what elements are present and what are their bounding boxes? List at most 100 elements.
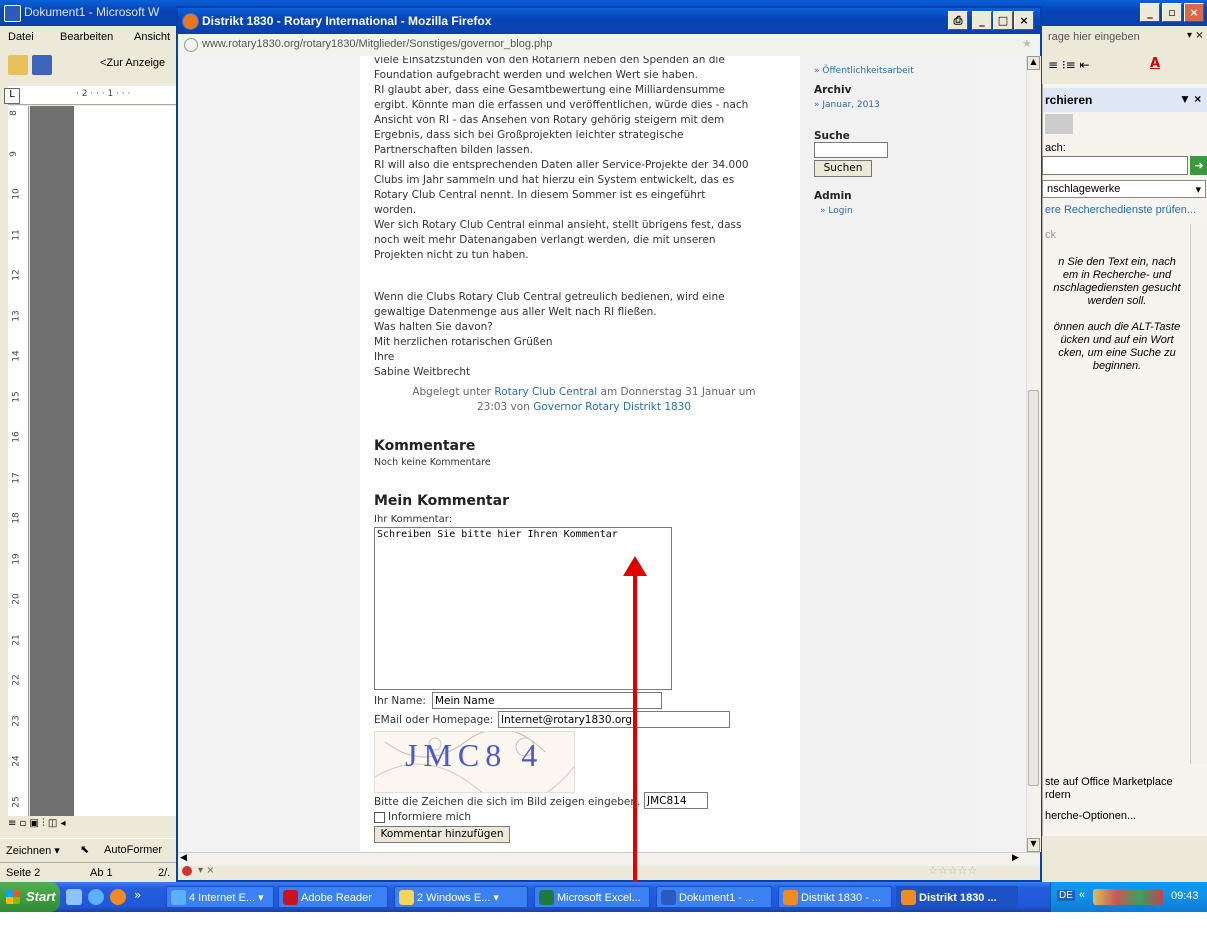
taskbar-item[interactable]: Dokument1 - ... xyxy=(656,886,772,908)
word-close-button[interactable]: × xyxy=(1184,3,1204,22)
login-link[interactable]: » Login xyxy=(820,206,853,216)
view-buttons[interactable]: ≡ ▫ ▣ ⫶ ◫ ◂ xyxy=(8,818,176,834)
text-line: önnen auch die ALT-Taste xyxy=(1053,321,1181,333)
sidebar-search-button[interactable]: Suchen xyxy=(814,160,872,177)
font-color-icon[interactable]: A xyxy=(1150,56,1160,71)
word-menubar: Datei Bearbeiten Ansicht xyxy=(0,26,178,48)
start-button[interactable]: Start xyxy=(0,882,60,912)
scroll-down-arrow-icon[interactable]: ▼ xyxy=(1027,838,1040,852)
name-input[interactable] xyxy=(432,692,662,709)
scroll-left-arrow-icon[interactable]: ◀ xyxy=(180,853,187,863)
text-line: gewaltige Datenmenge aus aller Welt nach… xyxy=(374,306,657,318)
email-input[interactable] xyxy=(498,711,730,728)
taskbar-item[interactable]: Adobe Reader xyxy=(278,886,388,908)
word-restore-button[interactable]: ▫ xyxy=(1162,3,1182,22)
autoshapes-button[interactable]: AutoFormer xyxy=(104,844,162,856)
status-page: Seite 2 xyxy=(6,867,41,879)
category-link[interactable]: Rotary Club Central xyxy=(494,386,597,398)
quicklaunch-more-icon[interactable]: » xyxy=(134,888,141,902)
scroll-right-arrow-icon[interactable]: ▶ xyxy=(1012,853,1019,863)
firefox-window: Distrikt 1830 - Rotary International - M… xyxy=(176,6,1042,882)
taskbar-item[interactable]: 2 Windows E... ▾ xyxy=(394,886,528,908)
taskbar-item[interactable]: Microsoft Excel... xyxy=(534,886,650,908)
ruler-mark: 10 xyxy=(11,188,22,200)
ruler-mark: 22 xyxy=(11,674,22,686)
notify-checkbox[interactable] xyxy=(374,812,385,823)
research-options-link[interactable]: herche-Optionen... xyxy=(1045,810,1136,822)
sidebar-link-oeffentlichkeitsarbeit[interactable]: » Öffentlichkeitsarbeit xyxy=(814,66,914,76)
comment-textarea[interactable]: Schreiben Sie bitte hier Ihren Kommentar xyxy=(374,527,672,690)
taskbar-item[interactable]: 4 Internet E... ▾ xyxy=(166,886,274,908)
text-line: Clubs im Jahr sammeln und hat hierzu ein… xyxy=(374,174,735,186)
text-line: RI glaubt aber, dass eine Gesamtbewertun… xyxy=(374,84,725,96)
firefox-maximize-button[interactable]: □ xyxy=(993,11,1013,30)
chevron-down-icon: ▾ xyxy=(1195,184,1201,196)
admin-heading: Admin xyxy=(814,190,852,202)
word-minimize-button[interactable]: _ xyxy=(1140,3,1160,22)
ruler-mark: 9 xyxy=(8,150,19,157)
submit-comment-button[interactable]: Kommentar hinzufügen xyxy=(374,826,510,843)
vertical-ruler: 8 9 10 11 12 13 14 15 16 17 18 19 20 21 22 23 24 25 xyxy=(8,106,29,816)
taskbar-item-icon xyxy=(783,890,798,905)
taskbar-item-label: 2 Windows E... ▾ xyxy=(417,892,499,904)
save-icon[interactable] xyxy=(32,55,52,75)
language-indicator[interactable]: DE xyxy=(1057,890,1075,901)
more-research-link[interactable]: ere Recherchedienste prüfen... xyxy=(1045,204,1196,216)
ruler-mark: 17 xyxy=(11,471,22,484)
windows-taskbar: Start » 4 Internet E... ▾ Adobe Reader 2 W… xyxy=(0,882,1207,912)
firefox-close-button[interactable]: × xyxy=(1014,11,1034,30)
scroll-up-arrow-icon[interactable]: ▲ xyxy=(1027,56,1040,70)
format-icons[interactable]: ≡ ⁝≡ ⇤ xyxy=(1048,58,1090,72)
statusbar-close-icon[interactable]: ▾ × xyxy=(198,865,215,876)
captcha-input[interactable] xyxy=(644,792,708,809)
text-line: worden. xyxy=(374,204,417,216)
menu-datei[interactable]: Datei xyxy=(8,31,34,43)
home-icon[interactable] xyxy=(1045,114,1073,134)
tray-icons[interactable] xyxy=(1093,889,1163,905)
go-arrow-icon[interactable]: ➔ xyxy=(1190,156,1207,175)
print-icon[interactable]: ⎙ xyxy=(948,11,968,30)
search-heading: Suche xyxy=(814,130,850,142)
tab-selector[interactable]: L xyxy=(4,88,20,104)
select-objects-icon[interactable]: ⬉ xyxy=(80,843,89,856)
taskpane-source-select[interactable]: nschlagewerke ▾ xyxy=(1042,180,1206,198)
tray-expand-icon[interactable]: « xyxy=(1079,889,1085,901)
taskpane-close-icon[interactable]: ▼ × xyxy=(1179,92,1201,106)
taskpane-marketplace[interactable]: ste auf Office Marketplace rdern xyxy=(1045,776,1173,802)
scroll-thumb[interactable] xyxy=(1028,390,1039,786)
taskbar-item-label: Distrikt 1830 ... xyxy=(919,892,997,904)
open-folder-icon[interactable] xyxy=(8,55,28,75)
draw-menu-button[interactable]: Zeichnen ▾ xyxy=(6,844,60,857)
firefox-vertical-scrollbar[interactable]: ▲ ▼ xyxy=(1026,56,1041,852)
document-page[interactable] xyxy=(74,106,176,816)
back-button[interactable]: ck xyxy=(1045,229,1056,241)
text-line: ücken und auf ein Wort xyxy=(1060,334,1174,346)
quicklaunch-ie-icon[interactable] xyxy=(88,889,104,905)
firefox-urlbar[interactable]: www.rotary1830.org/rotary1830/Mitglieder… xyxy=(178,34,1040,57)
taskpane-search-input[interactable] xyxy=(1042,156,1188,175)
text-line: nschlagediensten gesucht xyxy=(1053,282,1181,294)
text-line: Partnerschaften bilden lassen. xyxy=(374,144,533,156)
url-text[interactable]: www.rotary1830.org/rotary1830/Mitglieder… xyxy=(202,38,552,50)
view-dropdown[interactable]: <Zur Anzeige xyxy=(100,57,165,69)
taskbar-item[interactable]: Distrikt 1830 - ... xyxy=(778,886,892,908)
menu-bearbeiten[interactable]: Bearbeiten xyxy=(60,31,113,43)
archive-link-january[interactable]: » Januar, 2013 xyxy=(814,100,880,110)
taskbar-item[interactable]: Distrikt 1830 ... xyxy=(896,886,1018,908)
menu-ansicht[interactable]: Ansicht xyxy=(134,31,170,43)
help-dropdown-icon[interactable]: ▾ × xyxy=(1187,30,1204,41)
adblock-icon[interactable] xyxy=(182,866,192,876)
quicklaunch-desktop-icon[interactable] xyxy=(66,889,82,905)
firefox-minimize-button[interactable]: _ xyxy=(972,11,992,30)
quicklaunch-firefox-icon[interactable] xyxy=(110,889,126,905)
taskpane-scrollbar[interactable] xyxy=(1190,224,1207,764)
meta-time: 23:03 von xyxy=(476,401,530,413)
firefox-horizontal-scrollbar[interactable]: ◀ ▶ xyxy=(178,852,1040,867)
bookmark-star-icon[interactable]: ★ xyxy=(1022,37,1032,50)
author-link[interactable]: Governor Rotary Distrikt 1830 xyxy=(533,401,691,413)
help-search-input[interactable]: rage hier eingeben xyxy=(1048,31,1140,43)
sidebar-search-input[interactable] xyxy=(814,142,888,158)
blog-post-closing: Mit herzlichen rotarischen Grüßen Ihre Sab… xyxy=(374,335,794,380)
meta-date: am Donnerstag 31 Januar um xyxy=(600,386,756,398)
site-identity-icon[interactable] xyxy=(184,38,198,52)
